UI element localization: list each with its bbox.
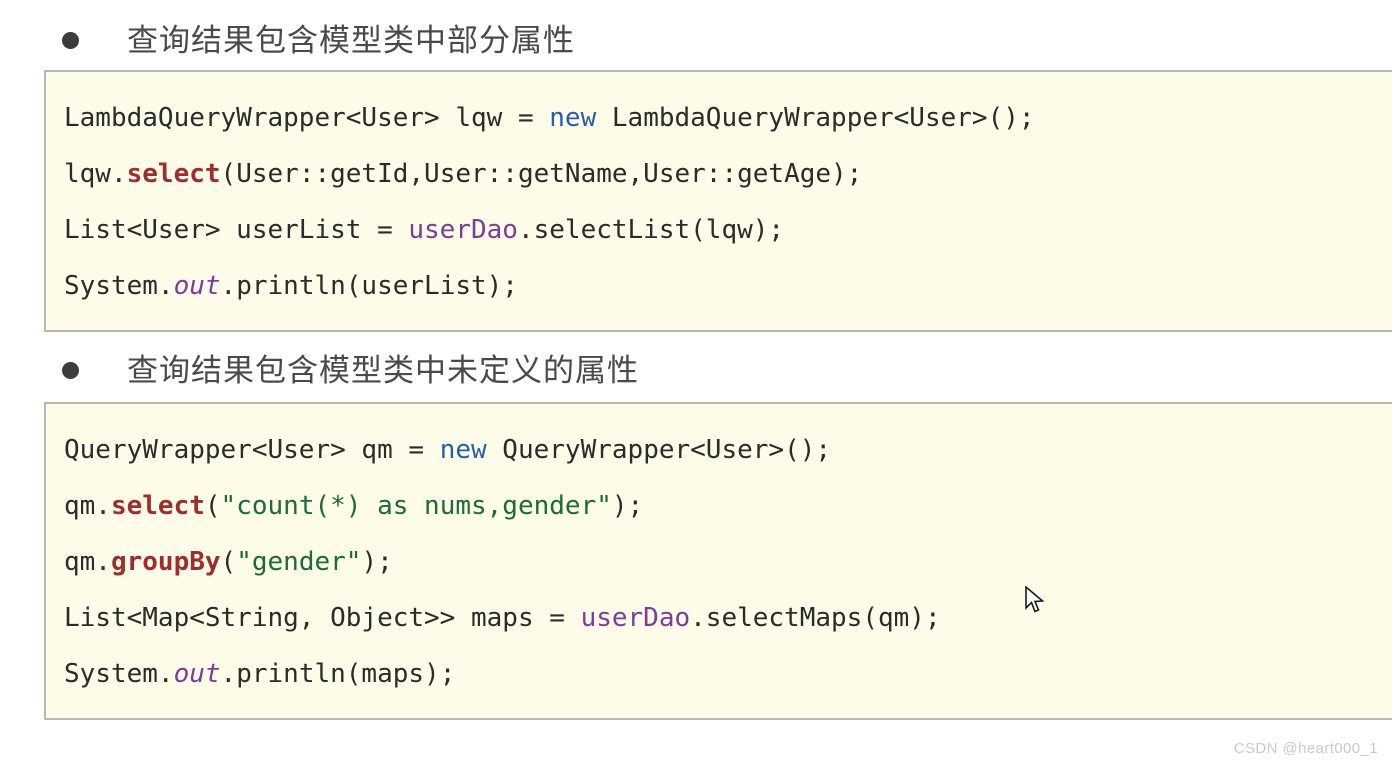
code-block-1: LambdaQueryWrapper<User> lqw = new Lambd… <box>44 70 1392 332</box>
code-token: .selectList(lqw); <box>517 215 785 245</box>
code-token: "count(*) as nums,gender" <box>220 491 612 521</box>
code-token: LambdaQueryWrapper<User>(); <box>596 103 1035 133</box>
code-token: (User::getId,User::getName,User::getAge)… <box>220 159 863 189</box>
code-line: System.out.println(userList); <box>46 258 1392 314</box>
code-token: .selectMaps(qm); <box>690 603 941 633</box>
code-line: List<User> userList = userDao.selectList… <box>46 202 1392 258</box>
code-token: .println(userList); <box>220 271 518 301</box>
bullet-heading-row-1: 查询结果包含模型类中部分属性 <box>62 25 575 56</box>
code-token: System. <box>64 271 174 301</box>
code-line: LambdaQueryWrapper<User> lqw = new Lambd… <box>46 90 1392 146</box>
code-token: ); <box>611 491 644 521</box>
bullet-dot-icon <box>62 32 79 49</box>
code-token: out <box>173 271 221 301</box>
code-token: select <box>110 491 205 521</box>
code-token: QueryWrapper<User> qm = <box>64 435 440 465</box>
code-token: List<User> userList = <box>64 215 409 245</box>
code-token: qm. <box>64 491 111 521</box>
section-heading-1: 查询结果包含模型类中部分属性 <box>127 23 575 58</box>
code-token: groupBy <box>110 547 221 577</box>
code-token: qm. <box>64 547 111 577</box>
code-token: QueryWrapper<User>(); <box>486 435 832 465</box>
code-token: userDao <box>580 603 691 633</box>
code-token: select <box>126 159 221 189</box>
code-token: LambdaQueryWrapper<User> lqw = <box>64 103 550 133</box>
code-line: QueryWrapper<User> qm = new QueryWrapper… <box>46 422 1392 478</box>
code-token: lqw. <box>64 159 127 189</box>
code-block-2: QueryWrapper<User> qm = new QueryWrapper… <box>44 402 1392 720</box>
code-token: List<Map<String, Object>> maps = <box>64 603 581 633</box>
code-token: ); <box>361 547 393 577</box>
csdn-watermark: CSDN @heart000_1 <box>1233 740 1378 757</box>
code-line: List<Map<String, Object>> maps = userDao… <box>46 590 1392 646</box>
code-token: userDao <box>408 215 518 245</box>
code-token: .println(maps); <box>220 659 456 689</box>
code-token: new <box>549 103 597 133</box>
bullet-dot-icon <box>62 362 79 379</box>
code-line: lqw.select(User::getId,User::getName,Use… <box>46 146 1392 202</box>
code-token: "gender" <box>236 547 362 577</box>
code-token: System. <box>64 659 174 689</box>
code-token: ( <box>204 491 221 521</box>
section-heading-2: 查询结果包含模型类中未定义的属性 <box>127 353 639 388</box>
code-line: System.out.println(maps); <box>46 646 1392 702</box>
bullet-heading-row-2: 查询结果包含模型类中未定义的属性 <box>62 355 639 386</box>
code-line: qm.groupBy("gender"); <box>46 534 1392 590</box>
code-token: out <box>173 659 221 689</box>
code-line: qm.select("count(*) as nums,gender"); <box>46 478 1392 534</box>
code-token: new <box>439 435 487 465</box>
code-token: ( <box>220 547 237 577</box>
